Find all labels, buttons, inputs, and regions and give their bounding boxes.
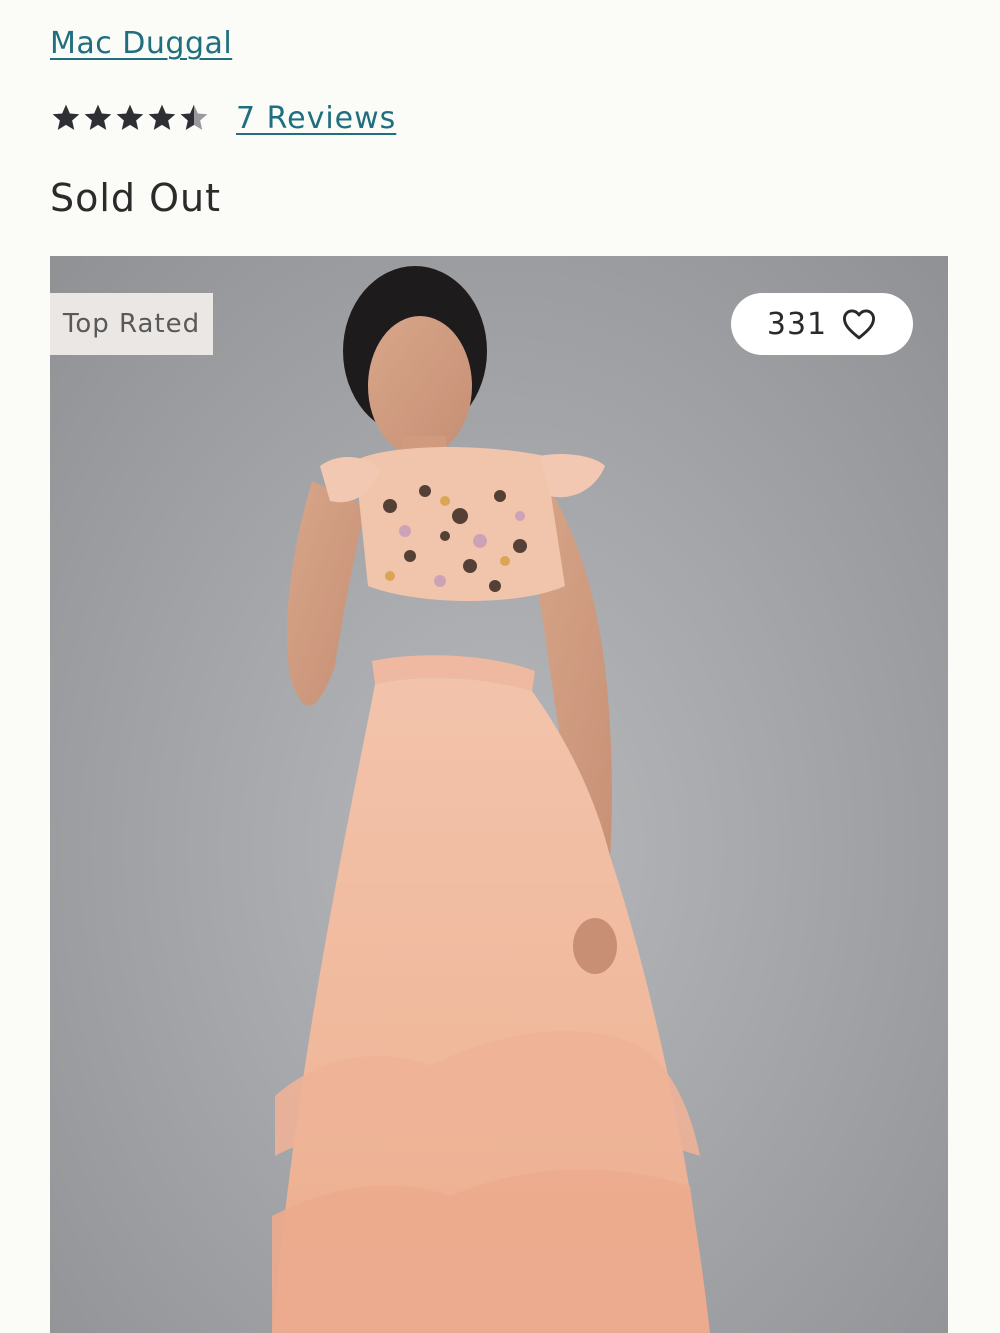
rating-row: 7 Reviews <box>50 96 396 140</box>
top-rated-badge: Top Rated <box>50 293 213 355</box>
star-rating <box>50 102 210 134</box>
availability-status: Sold Out <box>50 176 222 220</box>
heart-outline-icon <box>843 309 876 340</box>
model-photo <box>272 266 710 1333</box>
brand-link[interactable]: Mac Duggal <box>50 26 232 61</box>
star-icon <box>84 104 112 130</box>
reviews-link[interactable]: 7 Reviews <box>236 101 396 136</box>
star-icon <box>148 104 176 130</box>
star-icon <box>116 104 144 130</box>
favorite-button[interactable]: 331 <box>731 293 913 355</box>
star-icon <box>52 104 80 130</box>
favorite-count: 331 <box>766 306 828 342</box>
half-star-icon <box>180 104 208 130</box>
product-image[interactable]: Top Rated 331 <box>50 256 948 1333</box>
